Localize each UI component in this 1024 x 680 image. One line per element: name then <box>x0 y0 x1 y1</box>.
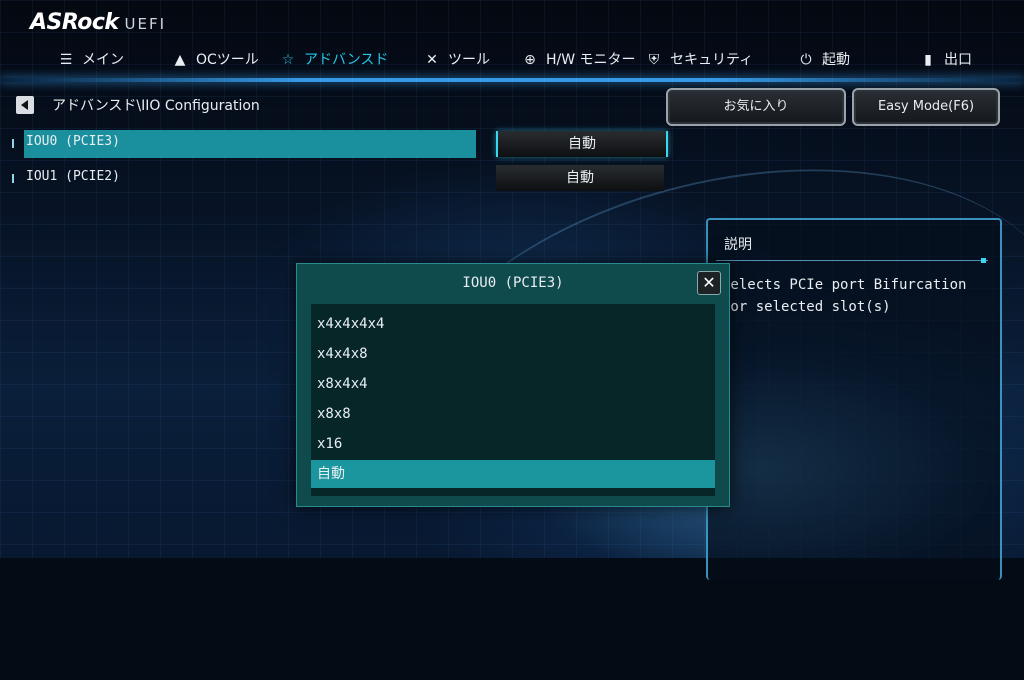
description-accent-dot <box>981 258 986 263</box>
row-marker <box>12 174 14 183</box>
description-text: Selects PCIe port Bifurcation for select… <box>722 277 967 315</box>
description-title: 説明 <box>724 237 752 253</box>
nav-label: OCツール <box>196 52 259 68</box>
brand-name: ASRock <box>30 10 119 35</box>
row-marker <box>12 139 14 148</box>
nav-label: セキュリティ <box>670 52 754 68</box>
nav-item-oc-tools[interactable]: ▲ OCツール <box>172 44 259 76</box>
tools-icon: ✕ <box>426 52 438 68</box>
setting-label: IOU0 (PCIE3) <box>26 134 120 149</box>
setting-row-iou0[interactable]: IOU0 (PCIE3) <box>10 130 480 158</box>
shield-icon: ⛨ <box>648 52 660 68</box>
nav-label: アドバンスド <box>304 52 389 68</box>
popup-option[interactable]: x8x4x4 <box>311 370 715 398</box>
menu-grid-icon: ☰ <box>59 52 73 68</box>
setting-value-iou1[interactable]: 自動 <box>496 165 664 191</box>
main-nav: ☰ メイン ▲ OCツール ☆ アドバンスド ✕ ツール ⊕ H/W モニター … <box>0 44 1024 80</box>
nav-item-hw-monitor[interactable]: ⊕ H/W モニター <box>522 44 636 76</box>
nav-label: H/W モニター <box>546 52 636 68</box>
setting-label: IOU1 (PCIE2) <box>26 169 120 184</box>
description-panel: 説明 Selects PCIe port Bifurcation for sel… <box>706 218 1002 580</box>
setting-value-iou0[interactable]: 自動 <box>496 131 668 157</box>
power-icon: ⏻ <box>800 52 812 68</box>
brand-suffix: UEFI <box>124 15 167 33</box>
brand-logo: ASRock UEFI <box>30 10 166 35</box>
favorites-button[interactable]: お気に入り <box>666 88 846 126</box>
nav-label: ツール <box>448 52 490 68</box>
popup-option-selected[interactable]: 自動 <box>311 460 715 488</box>
popup-option-list: x4x4x4x4 x4x4x8 x8x4x4 x8x8 x16 自動 <box>311 304 715 496</box>
setting-row-iou1[interactable]: IOU1 (PCIE2) <box>10 165 480 191</box>
popup-option[interactable]: x4x4x4x4 <box>311 310 715 338</box>
nav-label: メイン <box>82 52 124 68</box>
description-divider <box>716 260 988 261</box>
popup-option[interactable]: x4x4x8 <box>311 340 715 368</box>
nav-item-advanced[interactable]: ☆ アドバンスド <box>280 44 389 76</box>
nav-label: 出口 <box>944 52 972 68</box>
close-icon[interactable]: ✕ <box>697 271 721 295</box>
nav-item-boot[interactable]: ⏻ 起動 <box>798 44 850 76</box>
target-icon: ⊕ <box>524 52 536 68</box>
easy-mode-button[interactable]: Easy Mode(F6) <box>852 88 1000 126</box>
nav-item-security[interactable]: ⛨ セキュリティ <box>646 44 753 76</box>
nav-label: 起動 <box>822 52 850 68</box>
nav-item-main[interactable]: ☰ メイン <box>58 44 124 76</box>
exit-door-icon: ▮ <box>924 52 932 68</box>
option-popup: IOU0 (PCIE3) ✕ x4x4x4x4 x4x4x8 x8x4x4 x8… <box>296 263 730 507</box>
nav-underline <box>0 78 1024 82</box>
popup-option[interactable]: x16 <box>311 430 715 458</box>
breadcrumb: アドバンスド\IIO Configuration <box>52 98 260 114</box>
popup-option[interactable]: x8x8 <box>311 400 715 428</box>
nav-item-tools[interactable]: ✕ ツール <box>424 44 490 76</box>
star-icon: ☆ <box>281 52 295 68</box>
rocket-icon: ▲ <box>174 52 186 68</box>
popup-title: IOU0 (PCIE3) <box>462 275 564 291</box>
back-button[interactable] <box>16 96 34 114</box>
nav-item-exit[interactable]: ▮ 出口 <box>920 44 972 76</box>
